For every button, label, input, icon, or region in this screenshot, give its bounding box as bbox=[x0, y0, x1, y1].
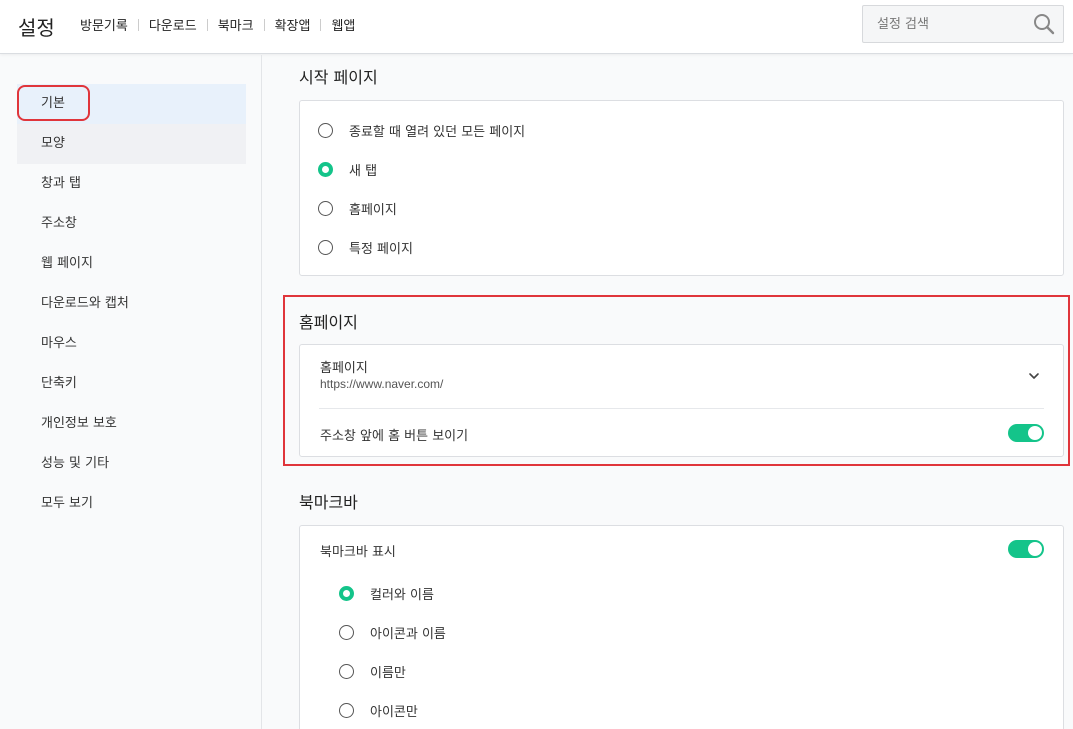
sidebar-item-appearance[interactable]: 모양 bbox=[17, 124, 246, 164]
nav-webapps-link[interactable]: 웹앱 bbox=[331, 15, 355, 34]
settings-search-input[interactable] bbox=[863, 6, 1023, 42]
chevron-down-icon[interactable] bbox=[1027, 369, 1041, 383]
sidebar-item-download-capture[interactable]: 다운로드와 캡처 bbox=[17, 284, 246, 324]
bookmarkbar-option-name-only[interactable]: 이름만 bbox=[339, 662, 406, 681]
bookmarkbar-option-icon-name[interactable]: 아이콘과 이름 bbox=[339, 623, 446, 642]
top-bar: 설정 방문기록 다운로드 북마크 확장앱 웹앱 bbox=[0, 0, 1073, 54]
radio-label: 새 탭 bbox=[349, 164, 378, 179]
startup-option-new-tab[interactable]: 새 탭 bbox=[318, 160, 377, 179]
sidebar-item-label: 단축키 bbox=[41, 376, 77, 391]
sidebar-item-label: 창과 탭 bbox=[41, 176, 82, 191]
homepage-section-title: 홈페이지 bbox=[299, 313, 358, 332]
startup-option-specific[interactable]: 특정 페이지 bbox=[318, 238, 413, 257]
sidebar-item-shortcuts[interactable]: 단축키 bbox=[17, 364, 246, 404]
radio-label: 이름만 bbox=[370, 666, 406, 681]
startup-option-homepage[interactable]: 홈페이지 bbox=[318, 199, 397, 218]
sidebar-item-address-bar[interactable]: 주소창 bbox=[17, 204, 246, 244]
radio-label: 홈페이지 bbox=[349, 203, 397, 218]
sidebar-item-performance[interactable]: 성능 및 기타 bbox=[17, 444, 246, 484]
radio-label: 컬러와 이름 bbox=[370, 588, 434, 603]
radio-label: 아이콘과 이름 bbox=[370, 627, 446, 642]
startup-section-title: 시작 페이지 bbox=[299, 68, 378, 87]
toggle-knob bbox=[1028, 426, 1042, 440]
sidebar-item-label: 주소창 bbox=[41, 216, 77, 231]
search-icon[interactable] bbox=[1033, 13, 1055, 35]
show-home-button-label: 주소창 앞에 홈 버튼 보이기 bbox=[320, 429, 469, 444]
radio-button[interactable] bbox=[318, 240, 333, 255]
sidebar-item-label: 개인정보 보호 bbox=[41, 416, 117, 431]
radio-button[interactable] bbox=[339, 625, 354, 640]
show-home-button-toggle[interactable] bbox=[1008, 424, 1044, 442]
show-bookmarkbar-label: 북마크바 표시 bbox=[320, 545, 396, 560]
sidebar-item-label: 모두 보기 bbox=[41, 496, 93, 511]
bookmarkbar-option-color-name[interactable]: 컬러와 이름 bbox=[339, 584, 434, 603]
sidebar-item-privacy[interactable]: 개인정보 보호 bbox=[17, 404, 246, 444]
sidebar-item-label: 기본 bbox=[41, 96, 65, 111]
bookmarkbar-option-icon-only[interactable]: 아이콘만 bbox=[339, 701, 418, 720]
radio-button[interactable] bbox=[339, 703, 354, 718]
nav-separator bbox=[137, 18, 139, 31]
radio-label: 종료할 때 열려 있던 모든 페이지 bbox=[349, 125, 526, 140]
sidebar-item-label: 모양 bbox=[41, 136, 65, 151]
sidebar-item-mouse[interactable]: 마우스 bbox=[17, 324, 246, 364]
sidebar-item-basic[interactable]: 기본 bbox=[17, 84, 246, 124]
sidebar-item-view-all[interactable]: 모두 보기 bbox=[17, 484, 246, 524]
radio-button-checked[interactable] bbox=[339, 586, 354, 601]
nav-separator bbox=[206, 18, 208, 31]
nav-downloads-link[interactable]: 다운로드 bbox=[149, 15, 197, 34]
radio-label: 특정 페이지 bbox=[349, 242, 413, 257]
nav-extensions-link[interactable]: 확장앱 bbox=[275, 15, 311, 34]
divider bbox=[319, 408, 1044, 409]
nav-separator bbox=[263, 18, 265, 31]
sidebar-item-label: 성능 및 기타 bbox=[41, 456, 110, 471]
nav-bookmarks-link[interactable]: 북마크 bbox=[218, 15, 254, 34]
bookmarkbar-section-title: 북마크바 bbox=[299, 493, 358, 512]
settings-search-box bbox=[862, 5, 1064, 43]
sidebar-item-windows-tabs[interactable]: 창과 탭 bbox=[17, 164, 246, 204]
radio-label: 아이콘만 bbox=[370, 705, 418, 720]
homepage-url: https://www.naver.com/ bbox=[320, 377, 444, 391]
toggle-knob bbox=[1028, 542, 1042, 556]
radio-button[interactable] bbox=[339, 664, 354, 679]
startup-option-restore[interactable]: 종료할 때 열려 있던 모든 페이지 bbox=[318, 121, 525, 140]
sidebar-item-web-page[interactable]: 웹 페이지 bbox=[17, 244, 246, 284]
radio-button[interactable] bbox=[318, 201, 333, 216]
page-title: 설정 bbox=[18, 16, 55, 40]
nav-separator bbox=[320, 18, 322, 31]
homepage-label: 홈페이지 bbox=[320, 361, 368, 376]
radio-button-checked[interactable] bbox=[318, 162, 333, 177]
sidebar-item-label: 다운로드와 캡처 bbox=[41, 296, 129, 311]
sidebar-item-label: 웹 페이지 bbox=[41, 256, 93, 271]
show-bookmarkbar-toggle[interactable] bbox=[1008, 540, 1044, 558]
nav-history-link[interactable]: 방문기록 bbox=[80, 15, 128, 34]
sidebar-item-label: 마우스 bbox=[41, 336, 77, 351]
radio-button[interactable] bbox=[318, 123, 333, 138]
top-nav: 방문기록 다운로드 북마크 확장앱 웹앱 bbox=[80, 15, 355, 34]
